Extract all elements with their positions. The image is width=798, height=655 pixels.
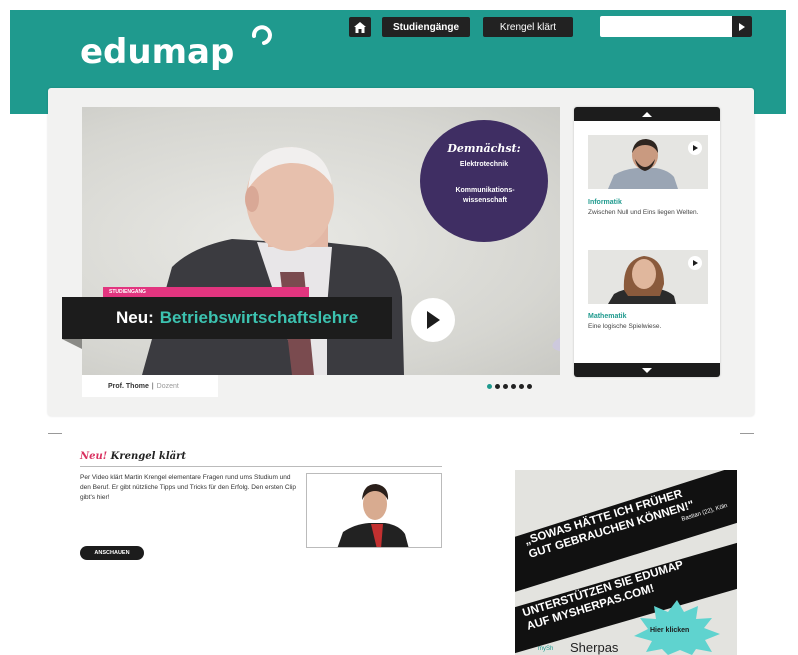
play-icon <box>427 311 440 329</box>
badge-item-kommunikationswissenschaft: Kommunikations-wissenschaft <box>455 187 515 204</box>
informatik-description: Zwischen Null und Eins liegen Welten. <box>588 209 699 216</box>
slide-dot-6[interactable] <box>527 384 532 389</box>
search-submit-button[interactable] <box>732 16 752 37</box>
search-input[interactable] <box>600 16 730 37</box>
mathematik-thumbnail[interactable] <box>588 250 708 304</box>
krengel-rule <box>80 466 442 467</box>
arrow-right-icon <box>739 22 745 31</box>
krengel-title: Krengel klärt <box>110 451 186 462</box>
course-side-panel: Informatik Zwischen Null und Eins liegen… <box>574 107 720 377</box>
edumap-logo[interactable]: edumap <box>80 32 234 72</box>
slide-dots <box>487 384 532 389</box>
home-button[interactable] <box>349 17 371 37</box>
mathematik-play-button[interactable] <box>688 256 702 270</box>
section-divider-right <box>740 433 754 434</box>
arrow-up-icon <box>642 111 652 117</box>
home-icon <box>354 21 366 33</box>
logo-swirl-icon <box>251 25 272 45</box>
sherpas-brand: Sherpas <box>570 640 619 655</box>
scroll-up-button[interactable] <box>574 107 720 121</box>
hero-caption: Prof. Thome | Dozent <box>82 375 218 397</box>
scroll-down-button[interactable] <box>574 363 720 377</box>
slide-dot-1[interactable] <box>487 384 492 389</box>
krengel-person-photo <box>337 484 409 547</box>
badge-item-elektrotechnik: Elektrotechnik <box>459 161 509 168</box>
informatik-thumbnail[interactable] <box>588 135 708 189</box>
nav-studiengaenge[interactable]: Studiengänge <box>382 17 470 37</box>
title-bar-fold <box>62 339 82 349</box>
badge-title: Demnächst: <box>447 142 521 155</box>
slide-dot-4[interactable] <box>511 384 516 389</box>
sherpas-brand-prefix: mySh <box>538 646 554 652</box>
hero-title-subject: Betriebswirtschaftslehre <box>159 308 359 327</box>
slide-dot-5[interactable] <box>519 384 524 389</box>
krengel-text: Per Video klärt Martin Krengel elementar… <box>80 474 297 501</box>
slide-dot-2[interactable] <box>495 384 500 389</box>
mathematik-title[interactable]: Mathematik <box>588 313 627 320</box>
hier-klicken-label[interactable]: Hier klicken <box>650 627 689 634</box>
caption-separator: | <box>151 382 154 390</box>
search-box <box>600 16 752 37</box>
mathematik-description: Eine logische Spielwiese. <box>588 323 662 330</box>
page: edumap Studiengänge Krengel klärt Demnäc… <box>0 0 798 655</box>
informatik-title[interactable]: Informatik <box>588 199 622 206</box>
coming-soon-badge: Demnächst: Elektrotechnik Kommunikations… <box>420 120 548 242</box>
hero-play-button[interactable] <box>411 298 455 342</box>
krengel-section-title: Neu! Krengel klärt <box>80 451 186 462</box>
informatik-play-button[interactable] <box>688 141 702 155</box>
nav-krengel-klaert[interactable]: Krengel klärt <box>483 17 573 37</box>
hero-title-prefix: Neu: <box>116 308 154 327</box>
anschauen-button[interactable]: ANSCHAUEN <box>80 546 144 560</box>
hero-title-bar[interactable]: Neu: Betriebswirtschaftslehre <box>62 297 392 339</box>
caption-name: Prof. Thome <box>108 382 149 390</box>
slide-dot-3[interactable] <box>503 384 508 389</box>
section-divider-left <box>48 433 62 434</box>
caption-role: Dozent <box>156 382 179 390</box>
arrow-down-icon <box>642 367 652 373</box>
play-icon <box>692 145 698 151</box>
krengel-new-label: Neu! <box>80 451 108 462</box>
play-icon <box>692 260 698 266</box>
krengel-video-thumbnail[interactable] <box>306 473 442 548</box>
